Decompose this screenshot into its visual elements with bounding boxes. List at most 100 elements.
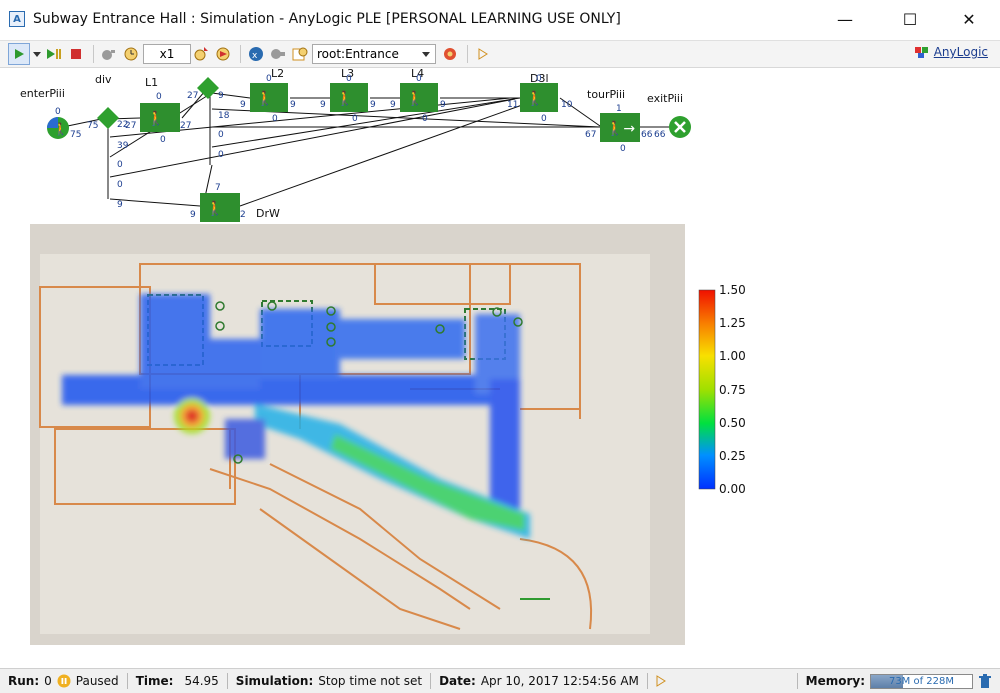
experiment-combo[interactable]: root:Entrance (312, 44, 436, 64)
step-icon (47, 49, 61, 59)
trash-icon[interactable] (978, 673, 992, 689)
chevron-down-icon (422, 52, 430, 57)
block-count: 0 (541, 114, 547, 124)
maximize-button[interactable]: ☐ (887, 0, 933, 38)
block-label: div (95, 73, 112, 86)
flow-block-exitPiii[interactable]: exitPiii 66 (647, 92, 691, 140)
run-value: 0 (44, 674, 52, 688)
toolbar-separator (240, 45, 241, 63)
block-count: 39 (117, 141, 129, 151)
block-count: 10 (561, 100, 573, 110)
block-count: 9 (440, 100, 446, 110)
console-toggle[interactable] (648, 669, 674, 693)
block-count: 27 (187, 91, 198, 101)
block-count: 0 (422, 114, 428, 124)
agent-view-button[interactable] (290, 43, 310, 65)
floor-plan-view[interactable] (30, 224, 685, 645)
run-status: Run: 0 Paused (0, 669, 127, 693)
block-count: 0 (416, 74, 422, 84)
block-count: 9 (240, 100, 246, 110)
block-count: 9 (117, 200, 123, 210)
svg-text:x: x (252, 51, 258, 61)
density-legend: 1.50 1.25 1.00 0.75 0.50 0.25 0.00 (698, 283, 746, 496)
status-bar: Run: 0 Paused Time: 54.95 Simulation: St… (0, 668, 1000, 693)
block-count: 18 (218, 111, 230, 121)
flow-block-selector-2[interactable]: 27 9 18 0 0 7 (187, 77, 230, 193)
experiment-combo-value: root:Entrance (317, 47, 399, 61)
experiment-button[interactable] (268, 43, 288, 65)
pedestrian-glyph: 🚶 (53, 122, 68, 136)
flow-block-tourPiii[interactable]: tourPiii 1 🚶→ 67 66 0 (585, 88, 653, 154)
simulation-status: Simulation: Stop time not set (228, 669, 430, 693)
block-label: enterPiii (20, 87, 65, 100)
run-button[interactable] (8, 43, 30, 65)
slow-down-button[interactable] (99, 43, 119, 65)
anylogic-link[interactable]: AnyLogic (914, 45, 988, 59)
pedestrian-glyph: 🚶 (206, 200, 223, 217)
model-navigation-icon: x (249, 47, 263, 61)
block-count: 0 (272, 114, 278, 124)
navigate-up-button[interactable]: x (246, 43, 266, 65)
run-state: Paused (75, 674, 119, 688)
clock-icon (124, 47, 138, 61)
pedestrian-select-icon (197, 77, 219, 99)
pedestrian-glyph: 🚶 (147, 110, 164, 127)
simulation-label: Simulation: (235, 674, 314, 688)
block-count: 2 (240, 210, 246, 220)
toolbar-separator (467, 45, 468, 63)
real-time-button[interactable] (121, 43, 141, 65)
close-button[interactable]: ✕ (946, 0, 992, 38)
block-count: 0 (346, 74, 352, 84)
block-label: L1 (145, 76, 158, 89)
block-count: 0 (117, 180, 123, 190)
step-button[interactable] (44, 43, 64, 65)
block-count: 9 (390, 100, 396, 110)
flow-block-enterPiii[interactable]: enterPiii 0 🚶 75 (20, 87, 81, 140)
block-label: tourPiii (587, 88, 625, 101)
stop-button[interactable] (66, 43, 86, 65)
block-count: 75 (70, 130, 81, 140)
block-count: 9 (190, 210, 196, 220)
view-area-icon (444, 48, 456, 60)
pedestrian-glyph: 🚶 (336, 90, 353, 107)
block-label: exitPiii (647, 92, 683, 105)
console-arrow-icon (478, 48, 488, 60)
block-count: 27 (125, 121, 136, 131)
flow-block-L4[interactable]: L4 0 🚶 9 9 0 (390, 67, 446, 124)
block-count: 9 (218, 91, 224, 101)
flow-block-L2[interactable]: L2 0 🚶 9 9 0 (240, 67, 296, 124)
pedestrian-select-icon (97, 107, 119, 129)
console-button[interactable] (473, 43, 493, 65)
anylogic-logo-icon (914, 47, 928, 58)
agent-view-icon (292, 47, 308, 61)
experiment-icon (271, 49, 285, 59)
block-count: 75 (87, 121, 98, 131)
minimize-button[interactable]: — (822, 0, 868, 38)
model-view: enterPiii 0 🚶 75 div 75 22 39 0 0 9 L1 0… (20, 67, 746, 645)
speed-up-button[interactable] (191, 43, 211, 65)
memory-bar: 73M of 228M (870, 673, 973, 689)
legend-tick: 0.00 (719, 482, 746, 496)
block-count: 0 (218, 130, 224, 140)
date-value: Apr 10, 2017 12:54:56 AM (480, 674, 639, 688)
legend-tick: 0.50 (719, 416, 746, 430)
anylogic-link-label: AnyLogic (933, 45, 988, 59)
block-count: 67 (585, 130, 596, 140)
virtual-time-button[interactable] (213, 43, 233, 65)
block-count: 0 (536, 74, 542, 84)
block-count: 27 (180, 121, 191, 131)
block-count: 9 (370, 100, 376, 110)
block-count: 66 (641, 130, 653, 140)
speed-up-icon (194, 47, 208, 61)
chevron-down-icon (33, 52, 41, 57)
block-count: 0 (55, 107, 61, 117)
model-canvas[interactable]: enterPiii 0 🚶 75 div 75 22 39 0 0 9 L1 0… (0, 67, 1000, 665)
block-count: 0 (160, 135, 166, 145)
play-icon (15, 49, 24, 59)
navigate-to-view-button[interactable] (440, 43, 460, 65)
block-count: 1 (616, 104, 622, 114)
title-bar: A Subway Entrance Hall : Simulation - An… (0, 0, 1000, 38)
memory-status: Memory: 73M of 228M (798, 669, 1000, 693)
run-dropdown-button[interactable] (32, 43, 42, 65)
block-count: 66 (654, 130, 666, 140)
